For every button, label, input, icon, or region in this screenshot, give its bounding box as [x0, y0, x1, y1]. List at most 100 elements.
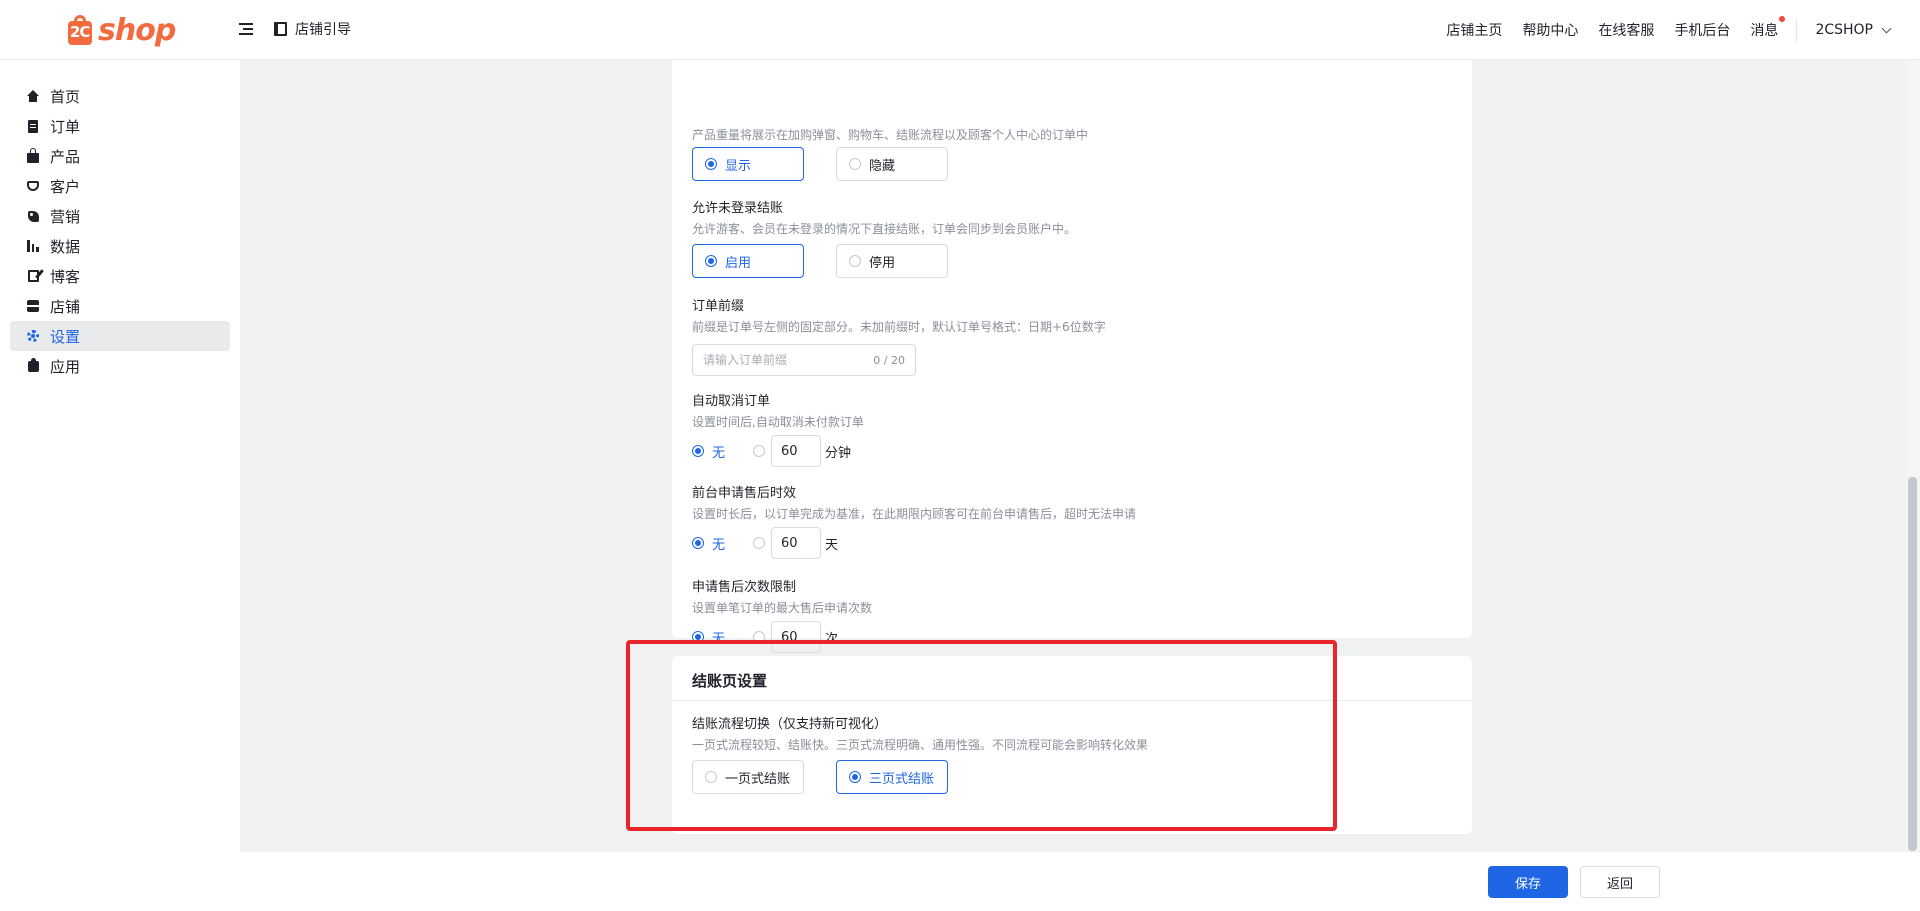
after-sale-window-label: 前台申请售后时效: [692, 486, 797, 501]
edit-icon: [26, 269, 40, 283]
footer-action-bar: 保存 返回: [240, 851, 1920, 911]
auto-cancel-time-radio[interactable]: [753, 445, 766, 457]
after-sale-limit-count-radio[interactable]: [753, 631, 766, 643]
after-sale-window-days-input[interactable]: [781, 535, 818, 551]
option-label: 隐藏: [869, 158, 896, 174]
sidebar-item-products[interactable]: 产品: [10, 141, 230, 171]
sidebar-item-label: 客户: [50, 177, 81, 196]
after-sale-limit-none-option[interactable]: 无: [692, 628, 725, 647]
auto-cancel-minutes-input[interactable]: [781, 443, 818, 459]
menu-toggle-icon[interactable]: [239, 20, 255, 38]
checkout-section-title: 结账页设置: [692, 672, 768, 690]
bar-chart-icon: [26, 239, 40, 253]
sidebar-item-orders[interactable]: 订单: [10, 111, 230, 141]
guest-checkout-label: 允许未登录结账: [692, 201, 784, 216]
help-center-link[interactable]: 帮助中心: [1522, 20, 1578, 40]
store-guide-link[interactable]: 店铺引导: [274, 19, 351, 39]
sidebar-item-label: 设置: [50, 327, 81, 346]
account-menu[interactable]: 2CSHOP: [1815, 22, 1892, 38]
radio-checked-icon: [692, 537, 704, 549]
order-prefix-desc: 前缀是订单号左侧的固定部分。未加前缀时，默认订单号格式：日期+6位数字: [692, 320, 1106, 334]
checkout-flow-label: 结账流程切换（仅支持新可视化）: [692, 717, 888, 732]
after-sale-window-field: 前台申请售后时效 设置时长后，以订单完成为基准，在此期限内顾客可在前台申请售后，…: [692, 485, 1452, 559]
option-label: 三页式结账: [869, 771, 935, 787]
after-sale-window-input-wrapper: [771, 527, 822, 559]
after-sale-window-days-radio[interactable]: [753, 537, 766, 549]
sidebar-item-label: 店铺: [50, 297, 81, 316]
home-icon: [26, 89, 40, 103]
sidebar-item-label: 应用: [50, 357, 81, 376]
option-label: 无: [712, 537, 726, 553]
gear-icon: [26, 329, 40, 343]
option-label: 启用: [725, 255, 752, 271]
mobile-admin-link[interactable]: 手机后台: [1674, 20, 1730, 40]
back-button[interactable]: 返回: [1580, 866, 1660, 898]
store-home-link[interactable]: 店铺主页: [1446, 20, 1502, 40]
sidebar-item-apps[interactable]: 应用: [10, 351, 230, 381]
online-support-link[interactable]: 在线客服: [1598, 20, 1654, 40]
option-label: 无: [712, 631, 726, 647]
clipboard-icon: [26, 119, 40, 133]
radio-checked-icon: [849, 771, 861, 783]
weight-display-field: 产品重量将展示在加购弹窗、购物车、结账流程以及顾客个人中心的订单中 显示 隐藏: [692, 124, 1452, 181]
book-icon: [274, 22, 287, 36]
sidebar-item-label: 产品: [50, 147, 81, 166]
three-page-checkout-option[interactable]: 三页式结账: [836, 760, 948, 794]
option-label: 一页式结账: [725, 771, 791, 787]
sidebar-item-settings[interactable]: 设置: [10, 321, 230, 351]
sidebar-item-home[interactable]: 首页: [10, 81, 230, 111]
main-content[interactable]: 产品重量将展示在加购弹窗、购物车、结账流程以及顾客个人中心的订单中 显示 隐藏 …: [240, 60, 1905, 851]
one-page-checkout-option[interactable]: 一页式结账: [692, 760, 804, 794]
auto-cancel-input-wrapper: [771, 435, 822, 467]
messages-label: 消息: [1750, 23, 1779, 39]
sidebar-item-label: 数据: [50, 237, 81, 256]
weight-show-option[interactable]: 显示: [692, 147, 804, 181]
checkout-flow-desc: 一页式流程较短、结账快。三页式流程明确、通用性强。不同流程可能会影响转化效果: [692, 738, 1149, 752]
after-sale-window-desc: 设置时长后，以订单完成为基准，在此期限内顾客可在前台申请售后，超时无法申请: [692, 507, 1137, 521]
puzzle-icon: [26, 357, 40, 373]
radio-unchecked-icon: [705, 771, 717, 783]
guest-checkout-enable-option[interactable]: 启用: [692, 244, 804, 278]
shopping-bag-logo-icon: 2C: [66, 13, 96, 47]
after-sale-limit-field: 申请售后次数限制 设置单笔订单的最大售后申请次数 无 次: [692, 579, 1452, 653]
account-name: 2CSHOP: [1815, 22, 1873, 38]
sidebar-item-store[interactable]: 店铺: [10, 291, 230, 321]
top-header: 2C shop 店铺引导 店铺主页 帮助中心 在线客服 手机后台 消息 2CSH…: [0, 0, 1920, 60]
sidebar-item-customers[interactable]: 客户: [10, 171, 230, 201]
sidebar-item-label: 首页: [50, 87, 81, 106]
auto-cancel-desc: 设置时间后,自动取消未付款订单: [692, 415, 864, 429]
save-button[interactable]: 保存: [1488, 866, 1568, 898]
sidebar-item-label: 订单: [50, 117, 81, 136]
after-sale-limit-count-input[interactable]: [781, 629, 818, 645]
radio-checked-icon: [692, 631, 704, 643]
unit-label: 天: [825, 537, 839, 553]
auto-cancel-field: 自动取消订单 设置时间后,自动取消未付款订单 无 分钟: [692, 393, 1452, 467]
order-prefix-input[interactable]: [703, 353, 853, 367]
weight-display-desc: 产品重量将展示在加购弹窗、购物车、结账流程以及顾客个人中心的订单中: [692, 128, 1089, 142]
auto-cancel-label: 自动取消订单: [692, 394, 771, 409]
char-counter: 0 / 20: [873, 353, 905, 367]
order-prefix-field: 订单前缀 前缀是订单号左侧的固定部分。未加前缀时，默认订单号格式：日期+6位数字…: [692, 298, 1452, 376]
weight-hide-option[interactable]: 隐藏: [836, 147, 948, 181]
vertical-scrollbar[interactable]: [1905, 60, 1920, 851]
logo-text: shop: [98, 12, 176, 48]
after-sale-limit-desc: 设置单笔订单的最大售后申请次数: [692, 601, 873, 615]
messages-link[interactable]: 消息: [1750, 16, 1786, 40]
checkout-settings-card: 结账页设置 结账流程切换（仅支持新可视化） 一页式流程较短、结账快。三页式流程明…: [672, 656, 1472, 834]
tag-icon: [26, 209, 40, 223]
store-icon: [26, 299, 40, 313]
header-divider: [1796, 18, 1798, 42]
sidebar-item-data[interactable]: 数据: [10, 231, 230, 261]
order-prefix-label: 订单前缀: [692, 299, 745, 314]
guest-checkout-disable-option[interactable]: 停用: [836, 244, 948, 278]
sidebar-item-marketing[interactable]: 营销: [10, 201, 230, 231]
logo[interactable]: 2C shop: [66, 10, 176, 50]
sidebar-item-blog[interactable]: 博客: [10, 261, 230, 291]
auto-cancel-none-option[interactable]: 无: [692, 442, 725, 461]
after-sale-window-none-option[interactable]: 无: [692, 534, 725, 553]
scrollbar-thumb[interactable]: [1908, 477, 1917, 851]
after-sale-limit-input-wrapper: [771, 621, 822, 653]
header-links: 店铺主页 帮助中心 在线客服 手机后台 消息 2CSHOP: [1426, 0, 1892, 60]
radio-checked-icon: [692, 445, 704, 457]
section-divider: [672, 700, 1472, 701]
